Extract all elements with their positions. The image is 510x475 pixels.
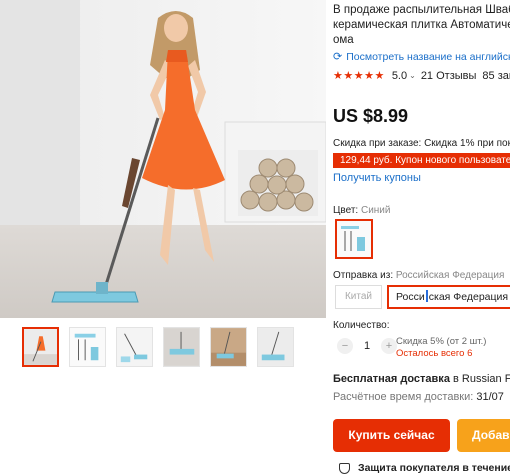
quantity-decrease-button[interactable]: −: [337, 338, 353, 354]
new-user-coupon-badge[interactable]: 129,44 руб. Купон нового пользователя: [333, 153, 510, 168]
color-label-text: Цвет:: [333, 205, 359, 216]
free-delivery-text: Бесплатная доставка: [333, 373, 450, 385]
text-cursor: [425, 290, 428, 302]
buyer-protection[interactable]: Защита покупателя в течение 15 д: [339, 462, 510, 474]
thumbnail-6[interactable]: [257, 327, 294, 367]
color-value: Синий: [360, 205, 391, 216]
product-info-panel: В продаже распылительная Швабра керамиче…: [333, 0, 510, 475]
globe-icon: ⟳: [333, 51, 343, 63]
quantity-input[interactable]: 1: [362, 340, 372, 352]
ships-from-label-text: Отправка из:: [333, 270, 394, 281]
quantity-stepper: − 1 +: [337, 338, 397, 354]
thumbnail-4[interactable]: [163, 327, 200, 367]
quantity-increase-button[interactable]: +: [381, 338, 397, 354]
product-photo: [0, 0, 326, 318]
star-rating-icon: ★★★★★: [333, 70, 385, 82]
product-title-line: керамическая плитка Автоматическа: [333, 19, 510, 31]
thumbnail-strip: [22, 327, 294, 367]
ship-from-russia-option[interactable]: Росси ская Федерация: [387, 285, 510, 309]
ships-from-label: Отправка из: Российская Федерация: [333, 270, 504, 281]
color-label: Цвет: Синий: [333, 205, 390, 216]
add-to-cart-button[interactable]: Добави: [457, 419, 510, 452]
thumbnail-3[interactable]: [116, 327, 153, 367]
reviews-count-link[interactable]: 21 Отзывы: [421, 70, 477, 82]
stock-left-text: Осталось всего 6: [396, 348, 473, 359]
product-title-line: ома: [333, 34, 354, 46]
main-product-image[interactable]: [0, 0, 326, 318]
shield-icon: [339, 462, 350, 474]
color-option-blue[interactable]: [335, 219, 373, 259]
ships-from-value: Российская Федерация: [395, 270, 505, 281]
buyer-protection-text: Защита покупателя в течение 15 д: [358, 462, 510, 474]
translate-title-text: Посмотреть название на английском: [346, 50, 510, 63]
translate-title-link[interactable]: ⟳ Посмотреть название на английском: [333, 50, 510, 64]
quantity-info: Скидка 5% (от 2 шт.) Осталось всего 6: [396, 336, 486, 360]
buy-now-button[interactable]: Купить сейчас: [333, 419, 450, 452]
ship-option-text-start: Росси: [396, 291, 425, 303]
delivery-eta: Расчётное время доставки: 31/07: [333, 391, 504, 403]
rating-row: ★★★★★ 5.0 ⌄ 21 Отзывы 85 зак: [333, 69, 510, 83]
thumbnail-5[interactable]: [210, 327, 247, 367]
product-title: В продаже распылительная Швабра керамиче…: [333, 3, 510, 48]
get-coupons-link[interactable]: Получить купоны: [333, 172, 421, 184]
ship-from-china-option[interactable]: Китай: [335, 285, 382, 309]
thumbnail-2[interactable]: [69, 327, 106, 367]
product-title-line: В продаже распылительная Швабра: [333, 4, 510, 16]
bulk-discount-text: Скидка 5% (от 2 шт.): [396, 336, 487, 347]
delivery-info[interactable]: Бесплатная доставка в Russian Fede: [333, 373, 510, 385]
order-discount-text: Скидка при заказе: Скидка 1% при покупке: [333, 138, 510, 149]
delivery-eta-label: Расчётное время доставки:: [333, 391, 474, 403]
delivery-destination: в Russian Fede: [452, 373, 510, 385]
delivery-eta-value: 31/07: [473, 391, 504, 403]
ship-option-text-end: ская Федерация: [428, 291, 509, 303]
quantity-label: Количество:: [333, 320, 390, 331]
product-price: US $8.99: [333, 106, 409, 126]
thumbnail-1[interactable]: [22, 327, 59, 367]
rating-value[interactable]: 5.0: [392, 70, 407, 82]
orders-count: 85 зак: [482, 69, 510, 82]
chevron-down-icon[interactable]: ⌄: [409, 71, 416, 80]
